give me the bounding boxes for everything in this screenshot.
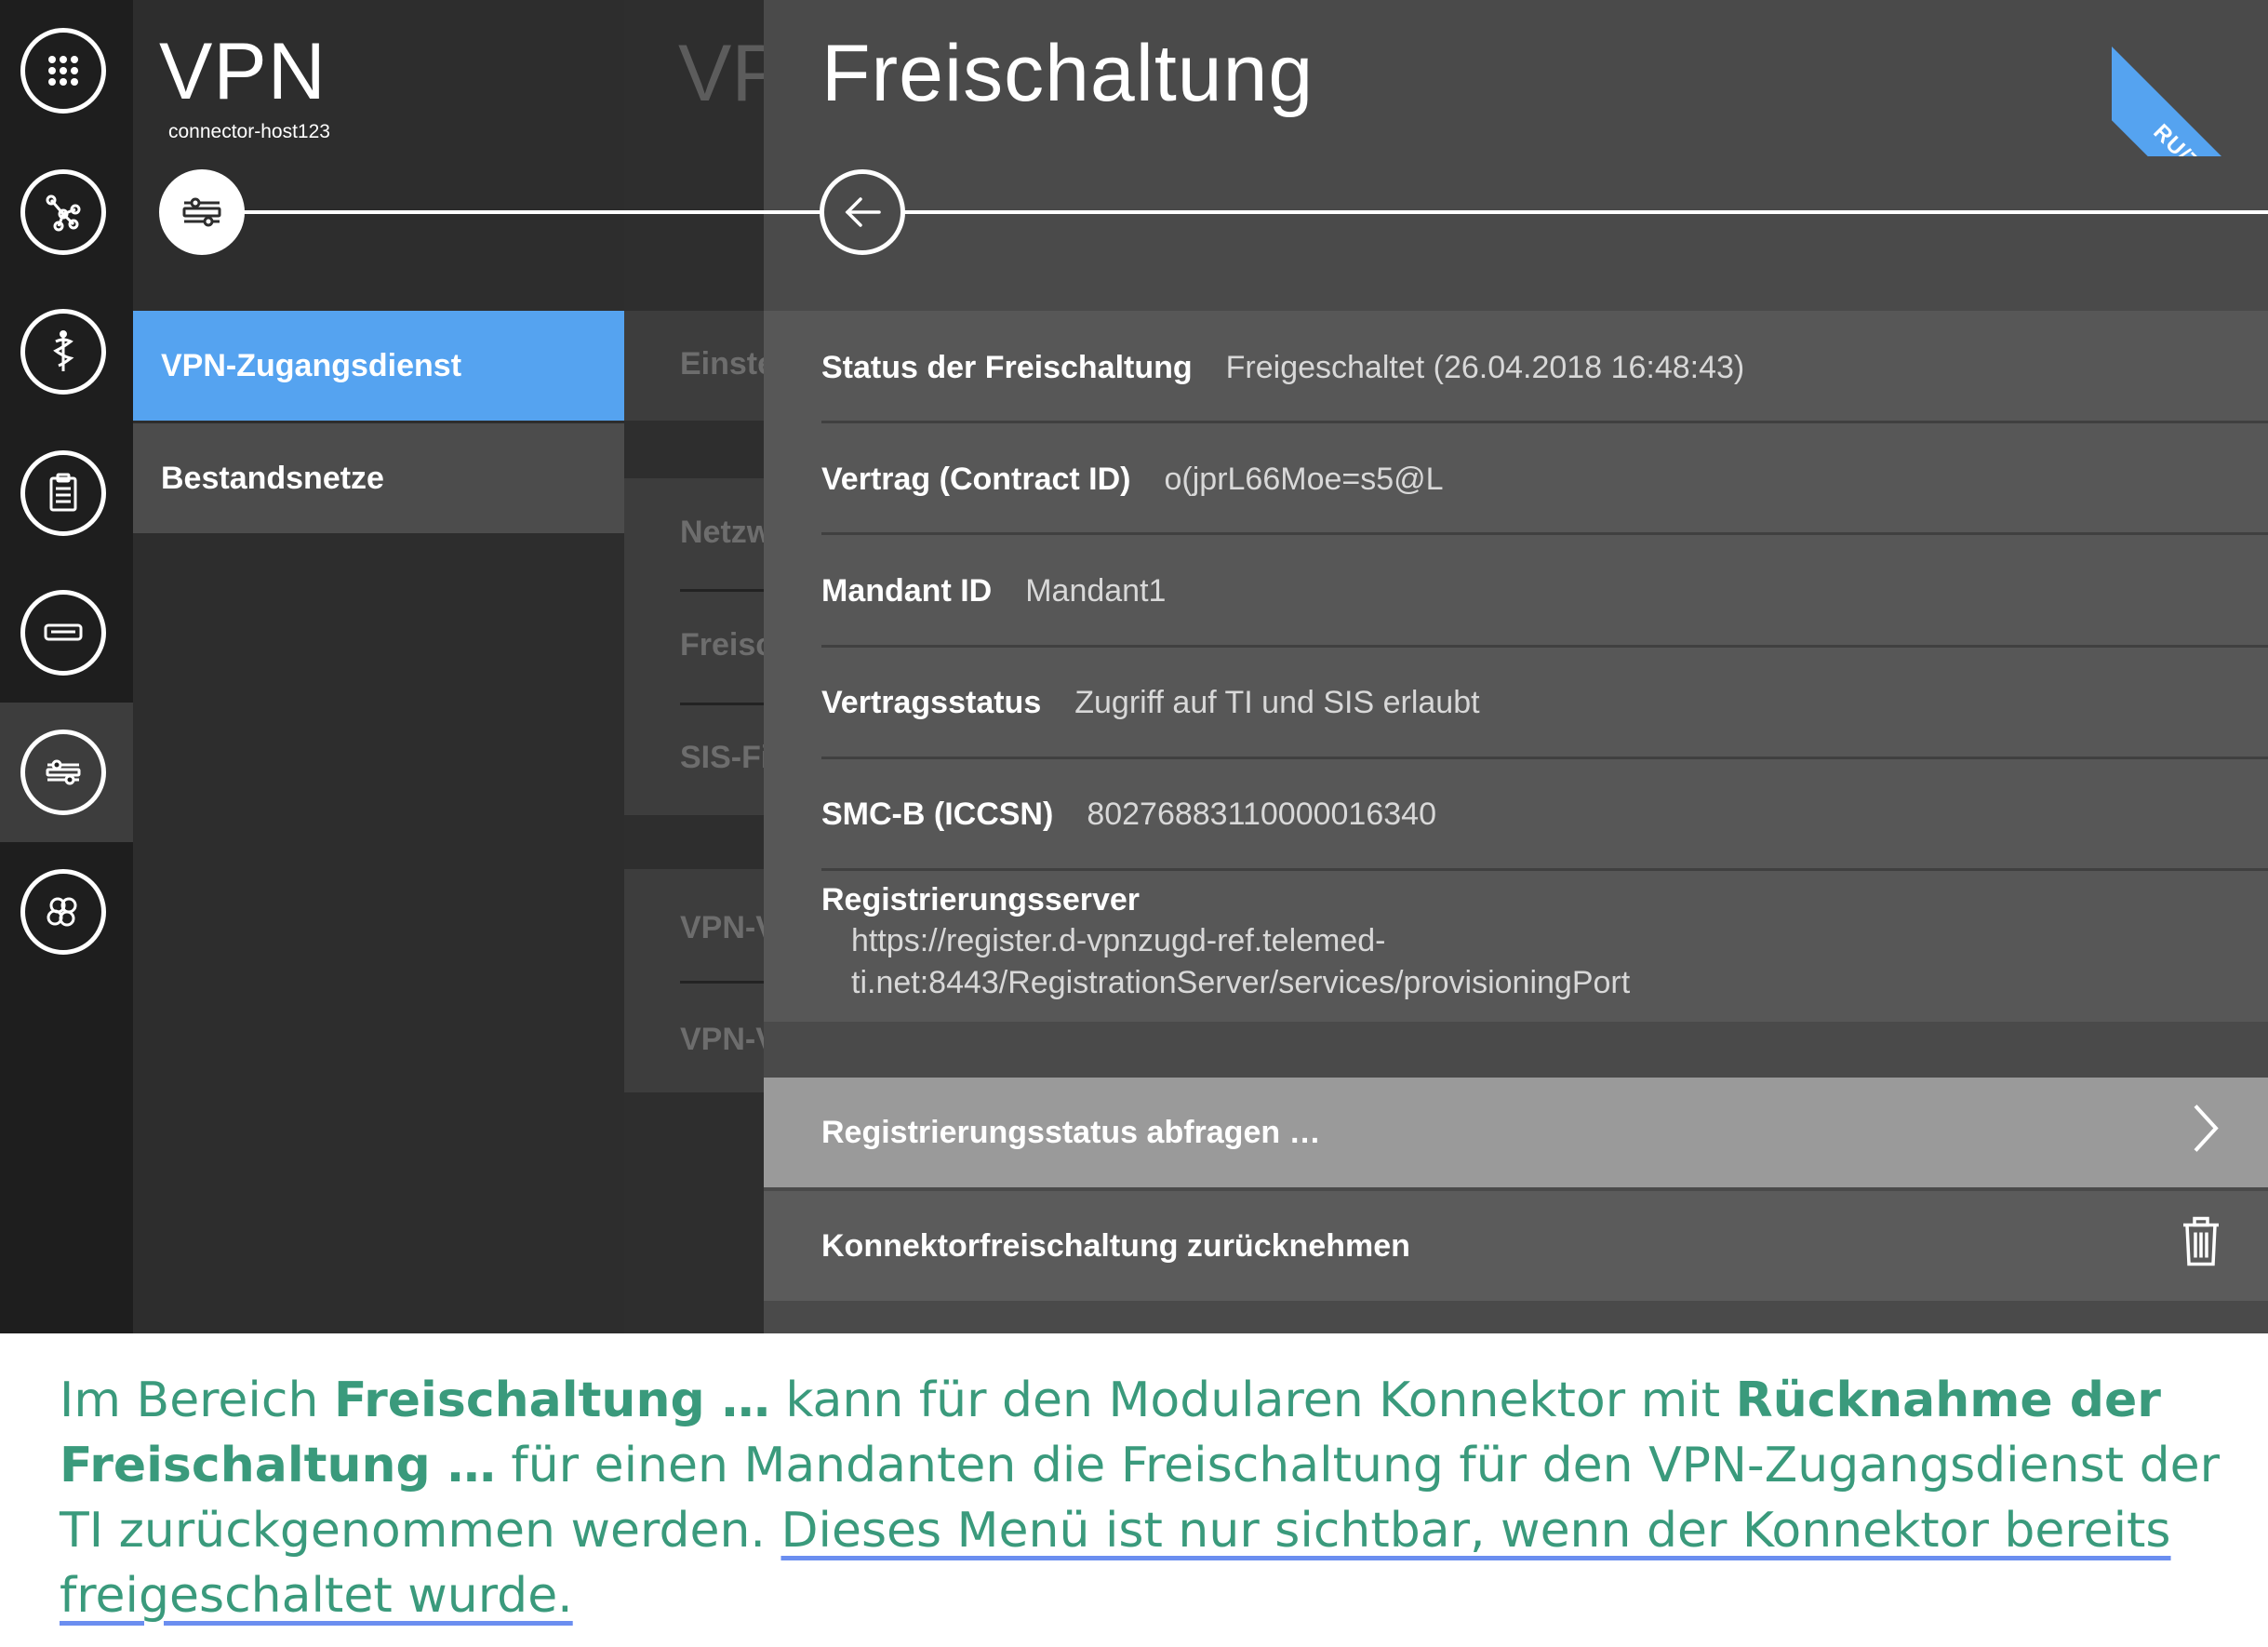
- caption-part: Im Bereich: [60, 1372, 334, 1428]
- field-label: Registrierungsserver: [821, 882, 1141, 917]
- vpn-menu-title: VPN: [159, 27, 327, 116]
- field-label: Mandant ID: [821, 572, 993, 609]
- field-value: Zugriff auf TI und SIS erlaubt: [1074, 684, 1480, 720]
- header-divider: [207, 210, 624, 214]
- arrow-left-icon: [845, 197, 881, 227]
- connector-host-label: connector-host123: [168, 121, 330, 142]
- field-status: Status der Freischaltung Freigeschaltet …: [821, 342, 2268, 393]
- page-title: Freischaltung: [821, 29, 1314, 118]
- field-smcb-iccsn: SMC-B (ICCSN) 80276883110000016340: [821, 789, 2268, 839]
- caption-bold: Freischaltung …: [333, 1372, 770, 1428]
- menu-item-label: VPN-Zugangsdienst: [161, 347, 462, 383]
- caption-text: Im Bereich Freischaltung … kann für den …: [60, 1368, 2236, 1628]
- field-value: 80276883110000016340: [1087, 796, 1436, 832]
- apps-grid-icon[interactable]: [20, 28, 106, 114]
- field-registration-server: Registrierungsserver https://register.d-…: [821, 882, 2268, 1004]
- field-value-line1: https://register.d-vpnzugd-ref.telemed-: [851, 923, 1386, 958]
- chevron-right-icon: [2190, 1101, 2221, 1165]
- background-item: VPN-V: [680, 910, 764, 945]
- icon-rail: [0, 0, 133, 1333]
- action-label: Registrierungsstatus abfragen …: [821, 1114, 1321, 1150]
- modules-hexagon-icon[interactable]: [20, 869, 106, 955]
- background-settings-column: VP Einste Netzw Freisc SIS-Fi VPN-V VPN-…: [624, 0, 764, 1333]
- device-card-terminal-icon[interactable]: [20, 590, 106, 676]
- row-separator: [821, 757, 2268, 759]
- role-ribbon: RU/TU: [2112, 0, 2268, 156]
- header-divider: [764, 210, 2268, 214]
- field-contract-status: Vertragsstatus Zugriff auf TI und SIS er…: [821, 677, 2268, 728]
- query-registration-status-button[interactable]: Registrierungsstatus abfragen …: [764, 1078, 2268, 1187]
- role-badge: RU/TU: [2112, 37, 2268, 156]
- background-separator: [680, 981, 764, 984]
- action-label: Konnektorfreischaltung zurücknehmen: [821, 1227, 1410, 1264]
- field-value: Freigeschaltet (26.04.2018 16:48:43): [1225, 349, 1745, 385]
- background-separator: [680, 703, 764, 705]
- menu-item-bestandsnetze[interactable]: Bestandsnetze: [133, 423, 624, 533]
- network-graph-icon[interactable]: [20, 169, 106, 255]
- clipboard-icon[interactable]: [20, 450, 106, 536]
- field-contract-id: Vertrag (Contract ID) o(jprL66Moe=s5@L: [821, 454, 2268, 504]
- back-button[interactable]: [820, 169, 905, 255]
- menu-item-label: Bestandsnetze: [161, 460, 384, 496]
- caption-part: kann für den Modularen Konnektor mit: [769, 1372, 1736, 1428]
- row-separator: [821, 645, 2268, 648]
- row-separator: [821, 421, 2268, 423]
- medical-caduceus-icon[interactable]: [20, 309, 106, 395]
- background-separator: [680, 589, 764, 592]
- vpn-menu-column: VPN connector-host123 VPN-Zugangsdienst …: [133, 0, 624, 1333]
- app-window: VPN connector-host123 VPN-Zugangsdienst …: [0, 0, 2268, 1333]
- background-title: VP: [678, 29, 764, 118]
- background-header-divider: [624, 210, 764, 214]
- menu-item-vpn-zugangsdienst[interactable]: VPN-Zugangsdienst: [133, 311, 624, 421]
- freischaltung-panel: Freischaltung Status der Freischaltung F…: [764, 0, 2268, 1333]
- trash-icon: [2181, 1216, 2221, 1277]
- background-item: Netzw: [680, 515, 764, 550]
- background-item: Freisc: [680, 627, 764, 663]
- field-value-line2: ti.net:8443/RegistrationServer/services/…: [851, 965, 1631, 1000]
- vpn-switch-icon[interactable]: [20, 730, 106, 815]
- background-item: SIS-Fi: [680, 740, 764, 775]
- vpn-section-icon[interactable]: [159, 169, 245, 255]
- field-label: Status der Freischaltung: [821, 349, 1193, 385]
- revoke-activation-button[interactable]: Konnektorfreischaltung zurücknehmen: [764, 1191, 2268, 1301]
- background-item: Einste: [680, 346, 764, 382]
- field-value: Mandant1: [1025, 572, 1167, 609]
- row-separator: [821, 868, 2268, 871]
- field-label: SMC-B (ICCSN): [821, 796, 1054, 832]
- field-mandant-id: Mandant ID Mandant1: [821, 566, 2268, 616]
- field-label: Vertrag (Contract ID): [821, 461, 1131, 497]
- row-separator: [821, 532, 2268, 535]
- background-item: VPN-V: [680, 1022, 764, 1057]
- field-value: o(jprL66Moe=s5@L: [1164, 461, 1444, 497]
- field-label: Vertragsstatus: [821, 684, 1042, 720]
